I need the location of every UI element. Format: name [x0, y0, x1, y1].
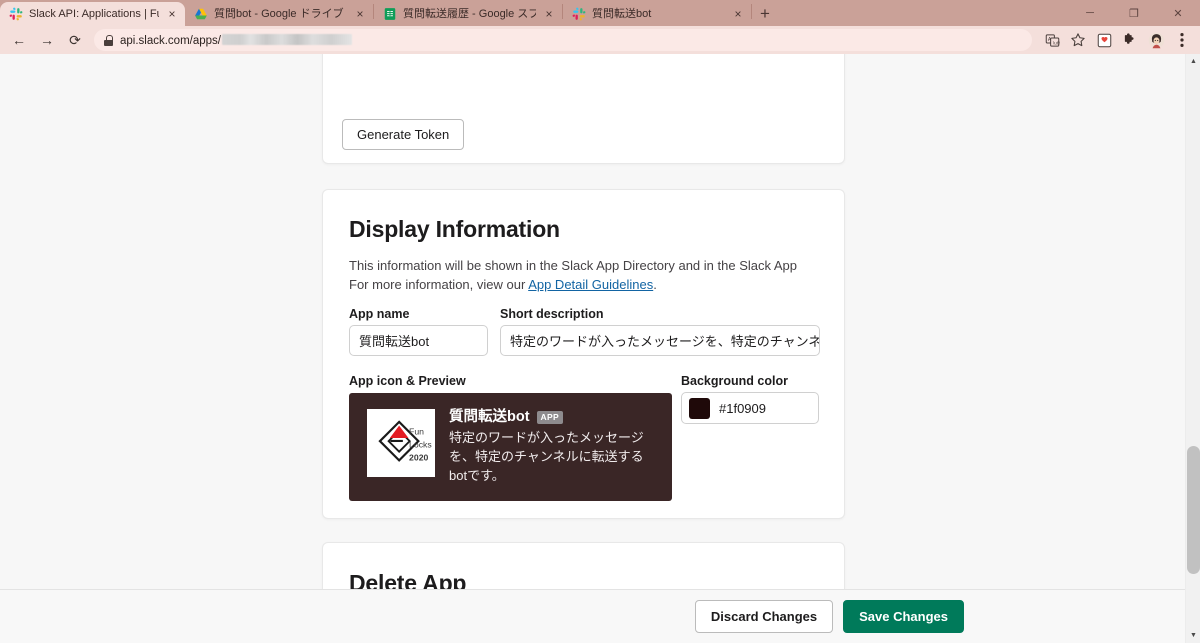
display-information-card: Display Information This information wil…	[322, 189, 845, 519]
minimize-icon[interactable]: ─	[1068, 0, 1112, 26]
app-preview-description: 特定のワードが入ったメッセージを、特定のチャンネルに転送するbotです。	[449, 430, 644, 484]
description-line-2-prefix: For more information, view our	[349, 277, 529, 292]
background-color-value: #1f0909	[719, 400, 766, 416]
svg-text:Locks: Locks	[409, 439, 432, 449]
reload-icon[interactable]: ⟳	[62, 27, 88, 53]
page-scrollbar[interactable]: ▲ ▼	[1185, 54, 1200, 643]
browser-tab-2[interactable]: 質問bot - Google ドライブ ×	[185, 2, 373, 26]
svg-text:Fun: Fun	[409, 426, 424, 436]
app-token-card: Generate Token	[322, 54, 845, 164]
color-swatch[interactable]	[689, 397, 710, 419]
profile-avatar-icon[interactable]	[1144, 28, 1168, 52]
address-bar-url: api.slack.com/apps/	[120, 33, 352, 47]
app-name-label: App name	[349, 307, 410, 321]
scrollbar-thumb[interactable]	[1187, 446, 1200, 574]
close-icon[interactable]: ×	[731, 7, 745, 21]
chrome-menu-icon[interactable]	[1170, 28, 1194, 52]
funlocks-logo-icon: Fun Locks 2020	[378, 420, 432, 462]
app-icon-preview-label: App icon & Preview	[349, 374, 466, 388]
display-information-heading: Display Information	[349, 216, 560, 242]
app-name-input[interactable]: 質問転送bot	[349, 325, 488, 356]
description-line-2-suffix: .	[653, 277, 657, 292]
save-changes-button[interactable]: Save Changes	[843, 600, 964, 633]
back-icon[interactable]: ←	[6, 27, 32, 53]
description-line-1: This information will be shown in the Sl…	[349, 258, 798, 273]
extension-pinned-icon[interactable]	[1092, 28, 1116, 52]
browser-tab-title: 質問転送履歴 - Google スプレッドシ	[403, 8, 536, 20]
sticky-action-bar: Discard Changes Save Changes	[0, 589, 1188, 643]
browser-tab-4[interactable]: 質問転送bot ×	[563, 2, 751, 26]
generate-token-button[interactable]: Generate Token	[342, 119, 465, 150]
browser-toolbar: ← → ⟳ api.slack.com/apps/ A \u6587	[0, 26, 1200, 54]
app-preview-title: 質問転送bot	[449, 409, 530, 425]
background-color-input[interactable]: #1f0909	[681, 392, 819, 424]
forward-icon[interactable]: →	[34, 27, 60, 53]
browser-window: Slack API: Applications | FunLocks × 質問b…	[0, 0, 1200, 643]
app-icon-image: Fun Locks 2020	[367, 409, 435, 477]
browser-tab-title: 質問bot - Google ドライブ	[214, 8, 344, 20]
window-controls: ─ ❐ ✕	[1068, 0, 1200, 26]
page-viewport: Generate Token Display Information This …	[0, 54, 1200, 643]
app-badge: APP	[536, 411, 563, 425]
scroll-up-icon[interactable]: ▲	[1186, 54, 1200, 69]
translate-icon[interactable]: A \u6587	[1040, 28, 1064, 52]
app-preview-card: Fun Locks 2020 質問転送bot APP 特定のワードが入ったメッセ…	[349, 393, 672, 501]
slack-icon	[9, 7, 23, 21]
app-preview-text: 質問転送bot APP 特定のワードが入ったメッセージを、特定のチャンネルに転送…	[449, 409, 649, 485]
google-drive-icon	[194, 7, 208, 21]
close-icon[interactable]: ×	[165, 7, 179, 21]
address-bar[interactable]: api.slack.com/apps/	[94, 29, 1032, 51]
short-description-input[interactable]: 特定のワードが入ったメッセージを、特定のチャンネ	[500, 325, 820, 356]
bookmark-star-icon[interactable]	[1066, 28, 1090, 52]
browser-tab-1[interactable]: Slack API: Applications | FunLocks ×	[0, 2, 185, 26]
discard-changes-button[interactable]: Discard Changes	[694, 600, 834, 633]
close-icon[interactable]: ×	[542, 7, 556, 21]
browser-tab-title: Slack API: Applications | FunLocks	[29, 8, 159, 20]
new-tab-button[interactable]: +	[752, 2, 778, 26]
scroll-down-icon[interactable]: ▼	[1186, 628, 1200, 643]
browser-tab-title: 質問転送bot	[592, 8, 652, 20]
display-information-description: This information will be shown in the Sl…	[349, 256, 819, 294]
background-color-label: Background color	[681, 374, 788, 388]
browser-tab-strip: Slack API: Applications | FunLocks × 質問b…	[0, 0, 1200, 26]
app-detail-guidelines-link[interactable]: App Detail Guidelines	[528, 277, 653, 292]
maximize-icon[interactable]: ❐	[1112, 0, 1156, 26]
google-sheets-icon	[383, 7, 397, 21]
close-icon[interactable]: ×	[353, 7, 367, 21]
slack-app-settings-page: Generate Token Display Information This …	[0, 54, 1188, 643]
short-description-label: Short description	[500, 307, 604, 321]
svg-text:\u6587: \u6587	[1052, 40, 1059, 45]
app-preview-title-row: 質問転送bot APP	[449, 409, 649, 426]
close-window-icon[interactable]: ✕	[1156, 0, 1200, 26]
extensions-puzzle-icon[interactable]	[1118, 28, 1142, 52]
redacted-url-segment	[222, 33, 352, 45]
lock-icon	[104, 34, 113, 46]
slack-icon	[572, 7, 586, 21]
browser-tab-3[interactable]: 質問転送履歴 - Google スプレッドシ ×	[374, 2, 562, 26]
svg-text:2020: 2020	[409, 452, 428, 462]
